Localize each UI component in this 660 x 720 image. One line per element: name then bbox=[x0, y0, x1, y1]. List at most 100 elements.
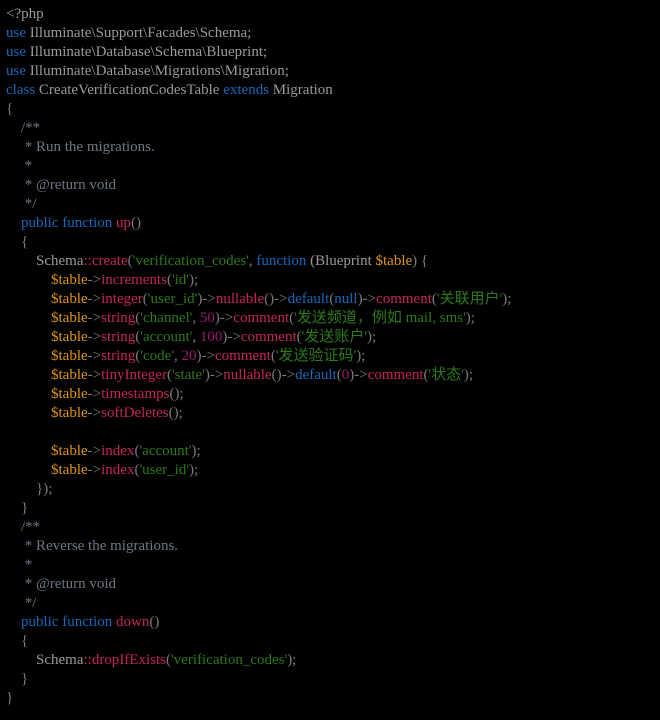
code-token-string: 'channel' bbox=[140, 310, 193, 326]
code-line[interactable]: $table->string('code', 20)->comment('发送验… bbox=[0, 347, 660, 366]
code-token-punct: -> bbox=[87, 462, 102, 478]
code-token-var: $table bbox=[51, 386, 88, 402]
code-token-comment: * Run the migrations. bbox=[6, 139, 155, 155]
code-token-string: '发送验证码' bbox=[275, 348, 357, 364]
code-line[interactable]: * @return void bbox=[0, 575, 660, 594]
code-token-plain: ( bbox=[306, 253, 316, 269]
code-token-punct: )-> bbox=[214, 310, 234, 326]
code-line[interactable]: * @return void bbox=[0, 176, 660, 195]
code-line[interactable]: * Run the migrations. bbox=[0, 138, 660, 157]
code-token-string: '状态' bbox=[428, 367, 464, 383]
code-line[interactable]: use Illuminate\Database\Schema\Blueprint… bbox=[0, 43, 660, 62]
code-token-punct: (); bbox=[168, 405, 183, 421]
code-line[interactable]: use Illuminate\Database\Migrations\Migra… bbox=[0, 62, 660, 81]
code-token-string: '发送频道，例如 mail, sms' bbox=[294, 310, 466, 326]
code-line[interactable]: Schema::dropIfExists('verification_codes… bbox=[0, 651, 660, 670]
code-line[interactable]: class CreateVerificationCodesTable exten… bbox=[0, 81, 660, 100]
code-line[interactable]: { bbox=[0, 632, 660, 651]
code-line[interactable]: $table->index('user_id'); bbox=[0, 461, 660, 480]
code-token-punct: )-> bbox=[196, 348, 215, 364]
code-token-method: string bbox=[101, 348, 136, 364]
code-token-punct: ); bbox=[502, 291, 512, 307]
code-token-string: 'user_id' bbox=[147, 291, 198, 307]
code-token-punct: , bbox=[174, 348, 182, 364]
code-token-punct: )-> bbox=[197, 291, 216, 307]
code-token-comment: /** bbox=[6, 120, 41, 136]
code-editor-viewport[interactable]: <?php use Illuminate\Support\Facades\Sche… bbox=[0, 0, 660, 720]
code-token-string: 'verification_codes' bbox=[132, 253, 249, 269]
code-line[interactable]: public function down() bbox=[0, 613, 660, 632]
code-line[interactable]: }); bbox=[0, 480, 660, 499]
code-token-method: index bbox=[101, 462, 135, 478]
code-token-method: string bbox=[101, 310, 136, 326]
code-line[interactable]: /** bbox=[0, 518, 660, 537]
code-line[interactable]: { bbox=[0, 100, 660, 119]
code-line[interactable]: $table->tinyInteger('state')->nullable()… bbox=[0, 366, 660, 385]
code-line[interactable]: */ bbox=[0, 195, 660, 214]
code-line[interactable]: $table->timestamps(); bbox=[0, 385, 660, 404]
code-token-var: $table bbox=[375, 253, 413, 269]
code-token-type: Schema bbox=[36, 652, 84, 668]
code-line[interactable] bbox=[0, 423, 660, 442]
code-token-var: $table bbox=[51, 405, 88, 421]
code-line[interactable]: Schema::create('verification_codes', fun… bbox=[0, 252, 660, 271]
code-token-punct: () bbox=[149, 614, 160, 630]
code-token-string: 'verification_codes' bbox=[170, 652, 288, 668]
code-token-var: $table bbox=[51, 291, 88, 307]
code-line[interactable]: $table->increments('id'); bbox=[0, 271, 660, 290]
code-token-comment: * bbox=[6, 557, 33, 573]
code-line[interactable]: { bbox=[0, 233, 660, 252]
code-token-method: tinyInteger bbox=[101, 367, 167, 383]
code-token-punct: )-> bbox=[357, 291, 377, 307]
code-token-punct: -> bbox=[87, 386, 102, 402]
code-token-method: down bbox=[115, 614, 150, 630]
code-line[interactable]: /** bbox=[0, 119, 660, 138]
code-line[interactable]: $table->string('account', 100)->comment(… bbox=[0, 328, 660, 347]
code-line[interactable]: $table->index('account'); bbox=[0, 442, 660, 461]
code-line[interactable]: use Illuminate\Support\Facades\Schema; bbox=[0, 24, 660, 43]
code-token-keyword: use bbox=[6, 63, 26, 79]
code-token-var: $table bbox=[51, 348, 88, 364]
code-token-var: $table bbox=[51, 329, 88, 345]
code-token-method: increments bbox=[101, 272, 167, 288]
code-token-const: default bbox=[295, 367, 337, 383]
code-line[interactable]: * bbox=[0, 556, 660, 575]
code-token-punct: (); bbox=[169, 386, 184, 402]
code-token-var: $table bbox=[51, 310, 88, 326]
code-token-punct: { bbox=[6, 101, 14, 117]
code-token-const: null bbox=[334, 291, 358, 307]
code-line[interactable]: $table->softDeletes(); bbox=[0, 404, 660, 423]
code-token-keyword: extends bbox=[223, 82, 270, 98]
code-token-punct: -> bbox=[87, 367, 102, 383]
code-line[interactable]: } bbox=[0, 670, 660, 689]
code-token-method: nullable bbox=[215, 291, 265, 307]
code-token-comment: * bbox=[6, 158, 33, 174]
code-token-var: $table bbox=[51, 272, 88, 288]
code-line[interactable]: $table->string('channel', 50)->comment('… bbox=[0, 309, 660, 328]
code-line[interactable]: public function up() bbox=[0, 214, 660, 233]
code-line[interactable]: * Reverse the migrations. bbox=[0, 537, 660, 556]
code-token-punct: ()-> bbox=[264, 291, 288, 307]
code-token-method: timestamps bbox=[101, 386, 170, 402]
code-token-method: index bbox=[101, 443, 135, 459]
code-token-punct: ); bbox=[189, 462, 199, 478]
code-token-string: 'account' bbox=[140, 329, 193, 345]
code-line[interactable]: $table->integer('user_id')->nullable()->… bbox=[0, 290, 660, 309]
code-line[interactable]: */ bbox=[0, 594, 660, 613]
code-line[interactable]: * bbox=[0, 157, 660, 176]
code-line[interactable]: <?php bbox=[0, 5, 660, 24]
code-line[interactable]: } bbox=[0, 689, 660, 708]
code-line[interactable]: } bbox=[0, 499, 660, 518]
code-token-keyword: public function bbox=[21, 614, 116, 630]
code-token-punct: -> bbox=[87, 329, 102, 345]
code-token-method: comment bbox=[376, 291, 432, 307]
code-token-string: 'user_id' bbox=[139, 462, 190, 478]
code-token-punct: -> bbox=[87, 405, 102, 421]
code-token-plain: Migration bbox=[269, 82, 333, 98]
code-token-punct: ); bbox=[191, 443, 201, 459]
code-token-string: 'account' bbox=[139, 443, 192, 459]
